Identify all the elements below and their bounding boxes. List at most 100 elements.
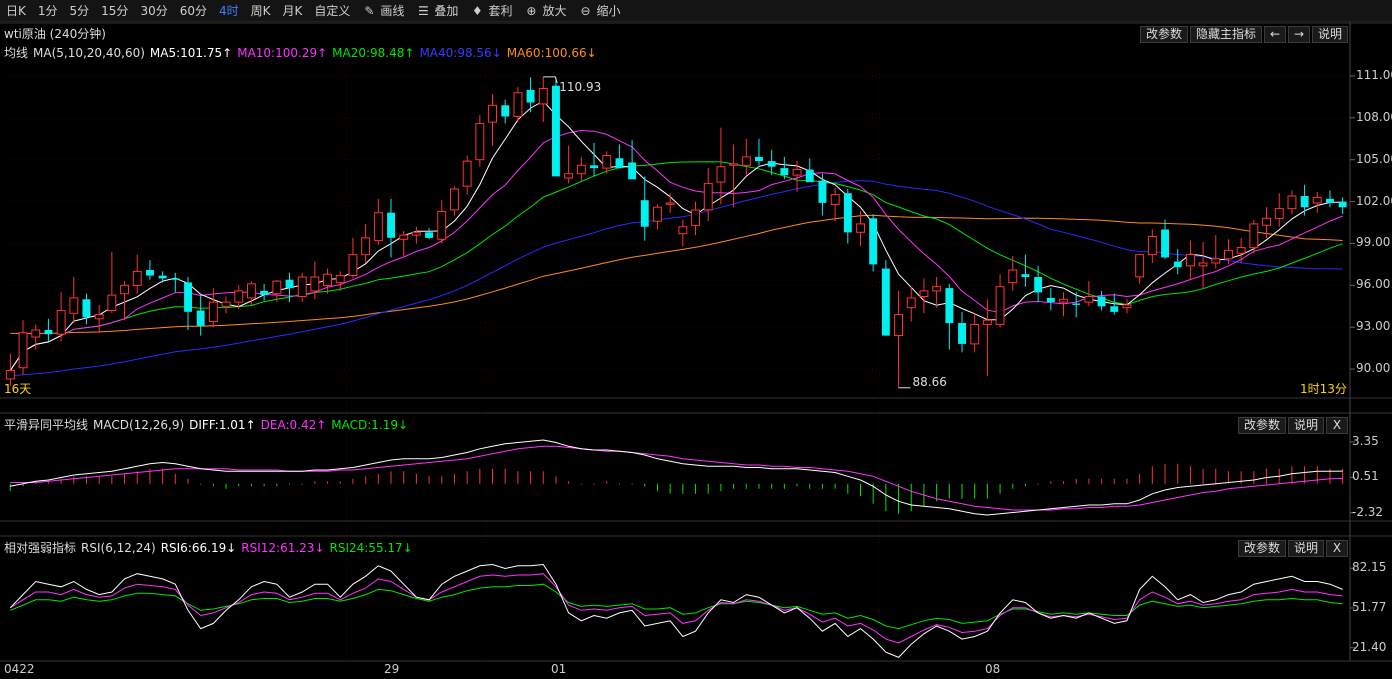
candle-down <box>1110 306 1119 312</box>
candle-down <box>285 279 294 289</box>
candle-up <box>1122 304 1132 309</box>
candle-down <box>755 156 763 162</box>
candle-down <box>196 310 205 326</box>
candle-up <box>107 294 117 312</box>
main-y-tick-label: 105.00 <box>1356 151 1392 166</box>
candle-down <box>1097 296 1106 307</box>
x-tick-label: 29 <box>384 662 400 676</box>
candle-down <box>818 180 827 203</box>
rsi-y-tick-label: 51.77 <box>1352 599 1387 614</box>
candle-down <box>958 323 966 344</box>
candle-up <box>120 284 129 295</box>
candle-down <box>945 288 954 323</box>
main-y-tick-label: 99.00 <box>1356 235 1391 250</box>
candle-down <box>158 275 167 279</box>
candle-down <box>425 232 433 238</box>
x-tick-label: 01 <box>551 662 567 676</box>
candle-up <box>538 88 548 105</box>
candle-up <box>856 223 865 233</box>
candle-up <box>335 275 345 284</box>
main-y-tick-label: 111.00 <box>1356 67 1392 82</box>
candle-up <box>18 332 28 369</box>
macd-dea-line <box>10 445 1343 511</box>
candle-up <box>1008 269 1018 284</box>
candle-up <box>678 226 688 235</box>
candle-up <box>5 370 15 380</box>
candle-down <box>843 193 852 233</box>
candle-up <box>94 314 104 320</box>
candle-up <box>132 270 142 286</box>
candle-up <box>1224 249 1233 260</box>
candle-up <box>703 182 713 211</box>
candle-up <box>970 323 980 345</box>
candle-up <box>741 156 751 166</box>
candle-down <box>1338 201 1347 208</box>
macd-y-tick-label: 0.51 <box>1352 469 1379 484</box>
candle-up <box>894 314 903 337</box>
candle-up <box>399 234 409 240</box>
candle-down <box>82 299 91 318</box>
candle-up <box>373 212 383 242</box>
candle-down <box>184 282 192 312</box>
candle-down <box>1046 297 1055 303</box>
chart-canvas[interactable] <box>0 0 1392 679</box>
period-remaining: 1时13分 <box>1300 382 1347 396</box>
candle-up <box>450 188 459 211</box>
main-y-tick-label: 102.00 <box>1356 193 1392 208</box>
candle-up <box>830 194 840 205</box>
candle-up <box>437 210 447 240</box>
candle-up <box>69 297 79 314</box>
candle-up <box>1236 247 1246 254</box>
candle-down <box>171 278 180 280</box>
rsi-y-tick-label: 82.15 <box>1352 560 1387 575</box>
macd-diff-line <box>10 439 1343 516</box>
candle-up <box>1312 196 1322 204</box>
candle-up <box>932 286 942 292</box>
candle-up <box>411 231 421 236</box>
candle-down <box>526 89 535 103</box>
candle-up <box>348 254 358 277</box>
candle-up <box>247 283 256 299</box>
candle-down <box>552 85 560 177</box>
candle-down <box>780 168 789 176</box>
candle-up <box>297 276 307 297</box>
rsi24-line <box>10 583 1343 630</box>
ma5-line <box>9 100 1343 371</box>
macd-y-tick-label: -2.32 <box>1352 504 1384 519</box>
candle-up <box>272 280 282 295</box>
candle-down <box>628 162 637 180</box>
candle-up <box>475 122 485 161</box>
candle-up <box>1211 258 1221 264</box>
candle-up <box>1198 262 1208 267</box>
ma40-line <box>10 180 1343 377</box>
candle-up <box>323 273 333 286</box>
x-tick-label: 0422 <box>4 662 35 676</box>
candle-up <box>792 169 802 176</box>
candle-up <box>1274 208 1284 219</box>
candle-up <box>1059 298 1068 303</box>
candle-up <box>1186 254 1195 267</box>
candle-down <box>44 330 53 335</box>
low-price-label: 88.66 <box>912 374 947 389</box>
candle-down <box>767 161 776 167</box>
candle-down <box>1021 274 1030 277</box>
x-tick-label: 08 <box>985 662 1001 676</box>
candle-down <box>881 268 890 336</box>
candle-up <box>31 329 41 338</box>
candle-up <box>513 92 523 117</box>
candle-up <box>1084 296 1094 303</box>
candle-up <box>995 286 1005 325</box>
main-y-tick-label: 96.00 <box>1356 277 1391 292</box>
candle-down <box>387 212 395 238</box>
candle-up <box>234 290 244 303</box>
candle-up <box>488 104 498 123</box>
candle-down <box>1161 229 1169 258</box>
candle-up <box>56 310 66 335</box>
candle-down <box>1326 198 1334 203</box>
candle-up <box>691 209 700 226</box>
candle-down <box>1173 261 1182 268</box>
candle-up <box>564 173 574 179</box>
main-y-tick-label: 90.00 <box>1356 361 1391 376</box>
candle-up <box>1249 223 1259 249</box>
candle-up <box>1287 195 1297 210</box>
